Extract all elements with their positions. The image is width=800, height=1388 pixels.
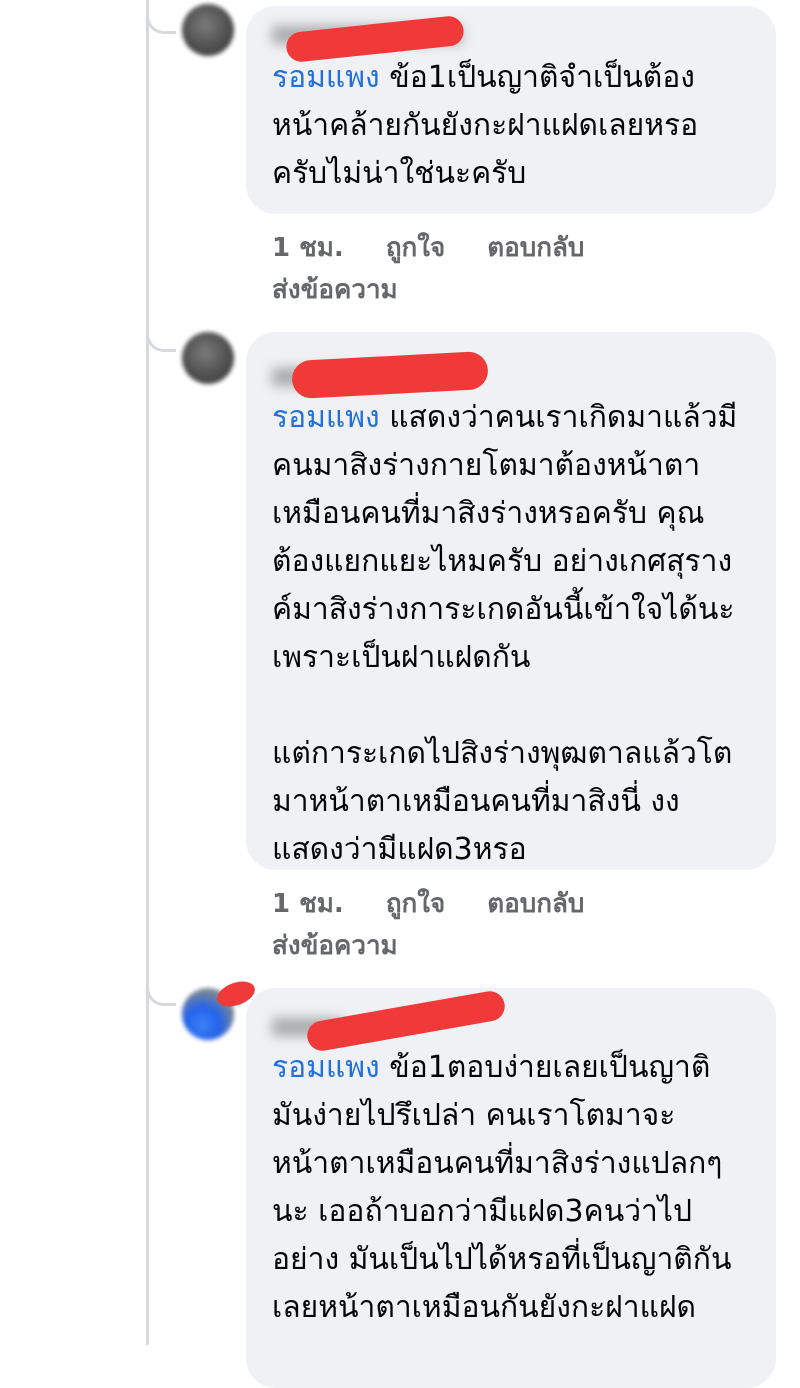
comment-time[interactable]: 1 ชม. [272, 883, 344, 924]
reply-connector [146, 332, 176, 352]
comment-bubble: รอมแพง แสดงว่าคนเราเกิดมาแล้วมีคนมาสิงร่… [246, 332, 776, 870]
send-message-button[interactable]: ส่งข้อความ [272, 269, 398, 310]
mention-link[interactable]: รอมแพง [272, 400, 380, 435]
comment-time[interactable]: 1 ชม. [272, 227, 344, 268]
redaction-mark [291, 350, 489, 400]
reply-connector [146, 986, 176, 1006]
avatar[interactable] [182, 332, 234, 384]
mention-link[interactable]: รอมแพง [272, 1050, 380, 1085]
like-button[interactable]: ถูกใจ [386, 227, 445, 268]
redaction-mark [304, 988, 508, 1054]
thread-line [146, 0, 149, 1345]
comment-bubble: รอมแพง ข้อ1เป็นญาติจำเป็นต้องหน้าคล้ายกั… [246, 6, 776, 214]
mention-link[interactable]: รอมแพง [272, 60, 380, 95]
comment-text: รอมแพง แสดงว่าคนเราเกิดมาแล้วมีคนมาสิงร่… [272, 394, 750, 874]
reply-button[interactable]: ตอบกลับ [487, 227, 584, 268]
comment-actions: 1 ชม. ถูกใจ ตอบกลับ ส่งข้อความ [272, 226, 584, 310]
comment-text: รอมแพง ข้อ1เป็นญาติจำเป็นต้องหน้าคล้ายกั… [272, 54, 750, 198]
author-name-redacted[interactable] [272, 988, 750, 1054]
reply-connector [146, 14, 176, 34]
avatar[interactable] [182, 4, 234, 56]
author-name-redacted[interactable] [272, 14, 750, 64]
like-button[interactable]: ถูกใจ [386, 883, 445, 924]
comment-bubble: รอมแพง ข้อ1ตอบง่ายเลยเป็นญาติมันง่ายไปรึ… [246, 988, 776, 1388]
author-name-redacted[interactable] [272, 350, 750, 400]
comment-body: ข้อ1ตอบง่ายเลยเป็นญาติมันง่ายไปรึเปล่า ค… [272, 1050, 742, 1325]
comment-actions: 1 ชม. ถูกใจ ตอบกลับ ส่งข้อความ [272, 882, 584, 966]
send-message-button[interactable]: ส่งข้อความ [272, 925, 398, 966]
comment-text: รอมแพง ข้อ1ตอบง่ายเลยเป็นญาติมันง่ายไปรึ… [272, 1044, 750, 1332]
comment-body: แสดงว่าคนเราเกิดมาแล้วมีคนมาสิงร่างกายโต… [272, 400, 738, 867]
reply-button[interactable]: ตอบกลับ [487, 883, 584, 924]
